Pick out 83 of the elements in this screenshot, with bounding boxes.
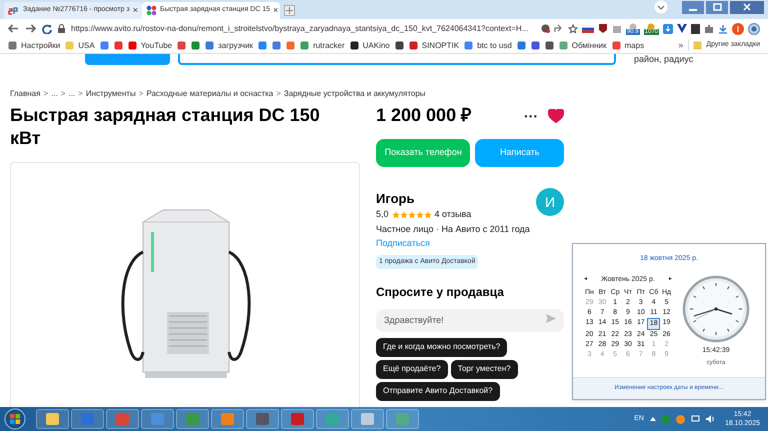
minimize-icon[interactable]: [682, 0, 704, 14]
more-options-button[interactable]: ···: [524, 108, 538, 122]
start-button-icon[interactable]: [4, 408, 26, 430]
extensions-icon[interactable]: [704, 24, 714, 34]
extension-icon[interactable]: [647, 22, 656, 28]
reviews-link[interactable]: 4 отзыва: [434, 208, 472, 222]
bookmark-icon: [8, 41, 17, 50]
show-hidden-icons-icon[interactable]: [650, 417, 656, 421]
taskbar-app-icon[interactable]: [36, 409, 69, 429]
taskbar-app-icon[interactable]: [246, 409, 279, 429]
bookmark-link[interactable]: Настройки: [8, 40, 60, 52]
flag-icon[interactable]: [582, 24, 594, 32]
new-tab-icon[interactable]: [284, 5, 295, 16]
suggestion-chip[interactable]: Отправите Авито Доставкой?: [376, 382, 500, 400]
ask-seller-heading: Спросите у продавца: [376, 284, 505, 301]
breadcrumb-link[interactable]: Главная: [10, 88, 40, 100]
bookmark-link[interactable]: SINOPTIK: [408, 40, 460, 52]
message-field[interactable]: Здравствуйте!: [376, 308, 564, 332]
bookmark-link[interactable]: UAKino: [350, 40, 390, 52]
bookmark-link[interactable]: Обмінник: [558, 40, 606, 52]
download-icon[interactable]: [718, 24, 728, 34]
profile-menu-icon[interactable]: [654, 0, 668, 14]
search-field[interactable]: [178, 54, 616, 65]
close-button[interactable]: ×: [132, 4, 138, 18]
breadcrumb-link[interactable]: Расходные материалы и оснастка: [146, 88, 274, 100]
breadcrumb-separator: >: [43, 88, 48, 100]
breadcrumb-link[interactable]: Зарядные устройства и аккумуляторы: [284, 88, 426, 100]
breadcrumb-link[interactable]: ...: [51, 88, 58, 100]
bookmark-link[interactable]: rutracker: [300, 40, 345, 52]
breadcrumb-separator: >: [78, 88, 83, 100]
bookmark-icon: [65, 41, 74, 50]
back-icon[interactable]: [8, 24, 19, 33]
star-icon: [424, 210, 432, 219]
bookmark-link[interactable]: загрузчик: [205, 40, 254, 52]
maximize-icon[interactable]: [706, 0, 728, 14]
breadcrumb-separator: >: [138, 88, 144, 100]
bookmark-icon: [612, 41, 620, 50]
suggestion-chip[interactable]: Где и когда можно посмотреть?: [376, 338, 508, 356]
volume-icon[interactable]: [706, 415, 715, 423]
suggestion-chip[interactable]: Ещё продаёте?: [376, 360, 448, 378]
close-button[interactable]: ×: [273, 4, 278, 18]
forward-icon[interactable]: [25, 24, 36, 33]
heart-icon[interactable]: [548, 108, 564, 122]
seller-name[interactable]: Игорь: [376, 191, 536, 207]
lock-icon: [58, 24, 65, 33]
star-icon: [416, 210, 424, 219]
taskbar-app-icon[interactable]: [351, 409, 384, 429]
bookmark-icon: [464, 41, 474, 50]
folder-icon: [693, 41, 702, 50]
seller-info: Частное лицо · На Авито с 2011 года: [376, 222, 531, 236]
bookmark-link[interactable]: USA: [65, 40, 95, 52]
listing-title: Быстрая зарядная станция DC 150 кВт: [10, 104, 321, 150]
bookmark-link[interactable]: btc to usd: [464, 40, 512, 52]
download-icon[interactable]: [663, 24, 673, 34]
analog-clock-drawing: [682, 274, 750, 342]
browser-menu-icon[interactable]: [748, 22, 760, 34]
bookmark-link[interactable]: maps: [612, 40, 644, 52]
location-hint: район, радиус: [634, 55, 694, 64]
star-icon: [400, 210, 408, 219]
breadcrumb-separator: >: [60, 88, 66, 100]
taskbar-app-icon[interactable]: [281, 409, 314, 429]
v-icon[interactable]: [677, 24, 687, 33]
suggestion-chip[interactable]: Торг уместен?: [450, 360, 518, 378]
breadcrumb-separator: >: [276, 88, 281, 100]
more-bookmarks-button[interactable]: »: [678, 38, 684, 52]
bookmark-link[interactable]: YouTube: [128, 40, 172, 52]
breadcrumb-link[interactable]: ...: [68, 88, 76, 100]
shield-icon[interactable]: [598, 23, 608, 34]
site-icon: [8, 6, 20, 16]
breadcrumb-link[interactable]: Инструменты: [86, 88, 136, 100]
site-icon: [146, 5, 157, 16]
star-icon: [392, 210, 400, 219]
profile-avatar-icon[interactable]: [732, 22, 744, 34]
network-icon[interactable]: [690, 415, 700, 423]
price: 1 200 000 ₽: [376, 104, 472, 127]
url-field[interactable]: https://www.avito.ru/rostov-na-donu/remont_i_stroitelstvo/bystraya_zaryadnaya_stantsiya_dc_150_kvt_7624064341?context=H...: [71, 22, 528, 34]
rating-value: 5,0: [376, 208, 389, 221]
bookmark-star-icon[interactable]: [568, 24, 578, 34]
reload-icon[interactable]: [42, 24, 52, 34]
close-icon[interactable]: [730, 0, 764, 14]
bookmark-icon: [350, 41, 359, 50]
share-icon[interactable]: [554, 24, 564, 33]
star-icon: [408, 210, 416, 219]
